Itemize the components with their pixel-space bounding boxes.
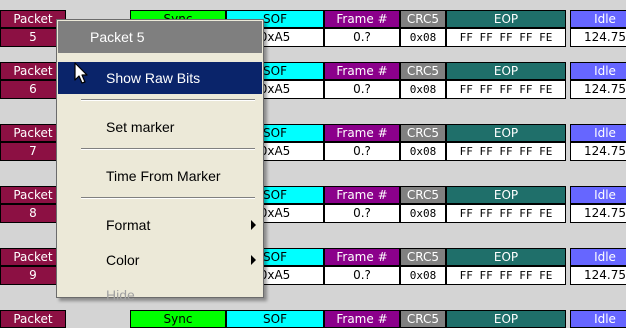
- column-header-frame: Frame #: [324, 186, 400, 204]
- menu-item-format[interactable]: Format: [58, 209, 262, 241]
- column-header-frame: Frame #: [324, 248, 400, 266]
- cell-eop: FF FF FF FF FE: [446, 266, 566, 285]
- cell-eop: FF FF FF FF FE: [446, 28, 566, 47]
- cell-crc5: 0x08: [400, 142, 446, 161]
- column-header-idle: Idle: [570, 310, 626, 328]
- cell-crc5: 0x08: [400, 80, 446, 99]
- cell-frame: 0.?: [324, 142, 400, 161]
- cell-idle: 124.75: [570, 142, 626, 161]
- column-header-crc5: CRC5: [400, 186, 446, 204]
- cell-idle: 124.75: [570, 80, 626, 99]
- column-header-frame: Frame #: [324, 310, 400, 328]
- cell-frame: 0.?: [324, 28, 400, 47]
- menu-separator: [81, 99, 255, 101]
- menu-title: Packet 5: [58, 21, 262, 53]
- cell-crc5: 0x08: [400, 28, 446, 47]
- cell-idle: 124.75: [570, 204, 626, 223]
- menu-item-time-from-marker[interactable]: Time From Marker: [58, 160, 262, 192]
- column-header-sync: Sync: [130, 310, 226, 328]
- cell-frame: 0.?: [324, 266, 400, 285]
- cell-idle: 124.75: [570, 266, 626, 285]
- column-header-idle: Idle: [570, 248, 626, 266]
- column-header-eop: EOP: [446, 62, 566, 80]
- menu-separator: [81, 148, 255, 150]
- menu-item-color[interactable]: Color: [58, 244, 262, 276]
- column-header-crc5: CRC5: [400, 10, 446, 28]
- submenu-arrow-icon: [251, 220, 256, 230]
- cell-frame: 0.?: [324, 204, 400, 223]
- column-header-eop: EOP: [446, 310, 566, 328]
- column-header-idle: Idle: [570, 186, 626, 204]
- column-header-frame: Frame #: [324, 10, 400, 28]
- column-header-frame: Frame #: [324, 124, 400, 142]
- cell-crc5: 0x08: [400, 266, 446, 285]
- column-header-idle: Idle: [570, 124, 626, 142]
- cell-crc5: 0x08: [400, 204, 446, 223]
- column-header-crc5: CRC5: [400, 62, 446, 80]
- column-header-frame: Frame #: [324, 62, 400, 80]
- column-header-idle: Idle: [570, 10, 626, 28]
- column-header-idle: Idle: [570, 62, 626, 80]
- cell-eop: FF FF FF FF FE: [446, 204, 566, 223]
- column-header-sof: SOF: [226, 310, 324, 328]
- column-header-crc5: CRC5: [400, 124, 446, 142]
- mouse-cursor-icon: [74, 62, 88, 84]
- cell-idle: 124.75: [570, 28, 626, 47]
- menu-separator: [81, 197, 255, 199]
- menu-item-set-marker[interactable]: Set marker: [58, 111, 262, 143]
- cell-frame: 0.?: [324, 80, 400, 99]
- column-header-eop: EOP: [446, 10, 566, 28]
- time-from-marker-label: Time From Marker: [106, 168, 221, 184]
- context-menu: Packet 5 Show Raw Bits Set marker Time F…: [56, 19, 264, 303]
- format-label: Format: [106, 217, 151, 233]
- color-label: Color: [106, 252, 140, 268]
- column-header-eop: EOP: [446, 124, 566, 142]
- cell-eop: FF FF FF FF FE: [446, 80, 566, 99]
- submenu-arrow-icon: [251, 255, 256, 265]
- cell-eop: FF FF FF FF FE: [446, 142, 566, 161]
- column-header-eop: EOP: [446, 186, 566, 204]
- column-header-crc5: CRC5: [400, 310, 446, 328]
- column-header-eop: EOP: [446, 248, 566, 266]
- menu-item-hide: Hide: [106, 287, 135, 303]
- column-header-crc5: CRC5: [400, 248, 446, 266]
- column-header-packet: Packet: [0, 310, 66, 328]
